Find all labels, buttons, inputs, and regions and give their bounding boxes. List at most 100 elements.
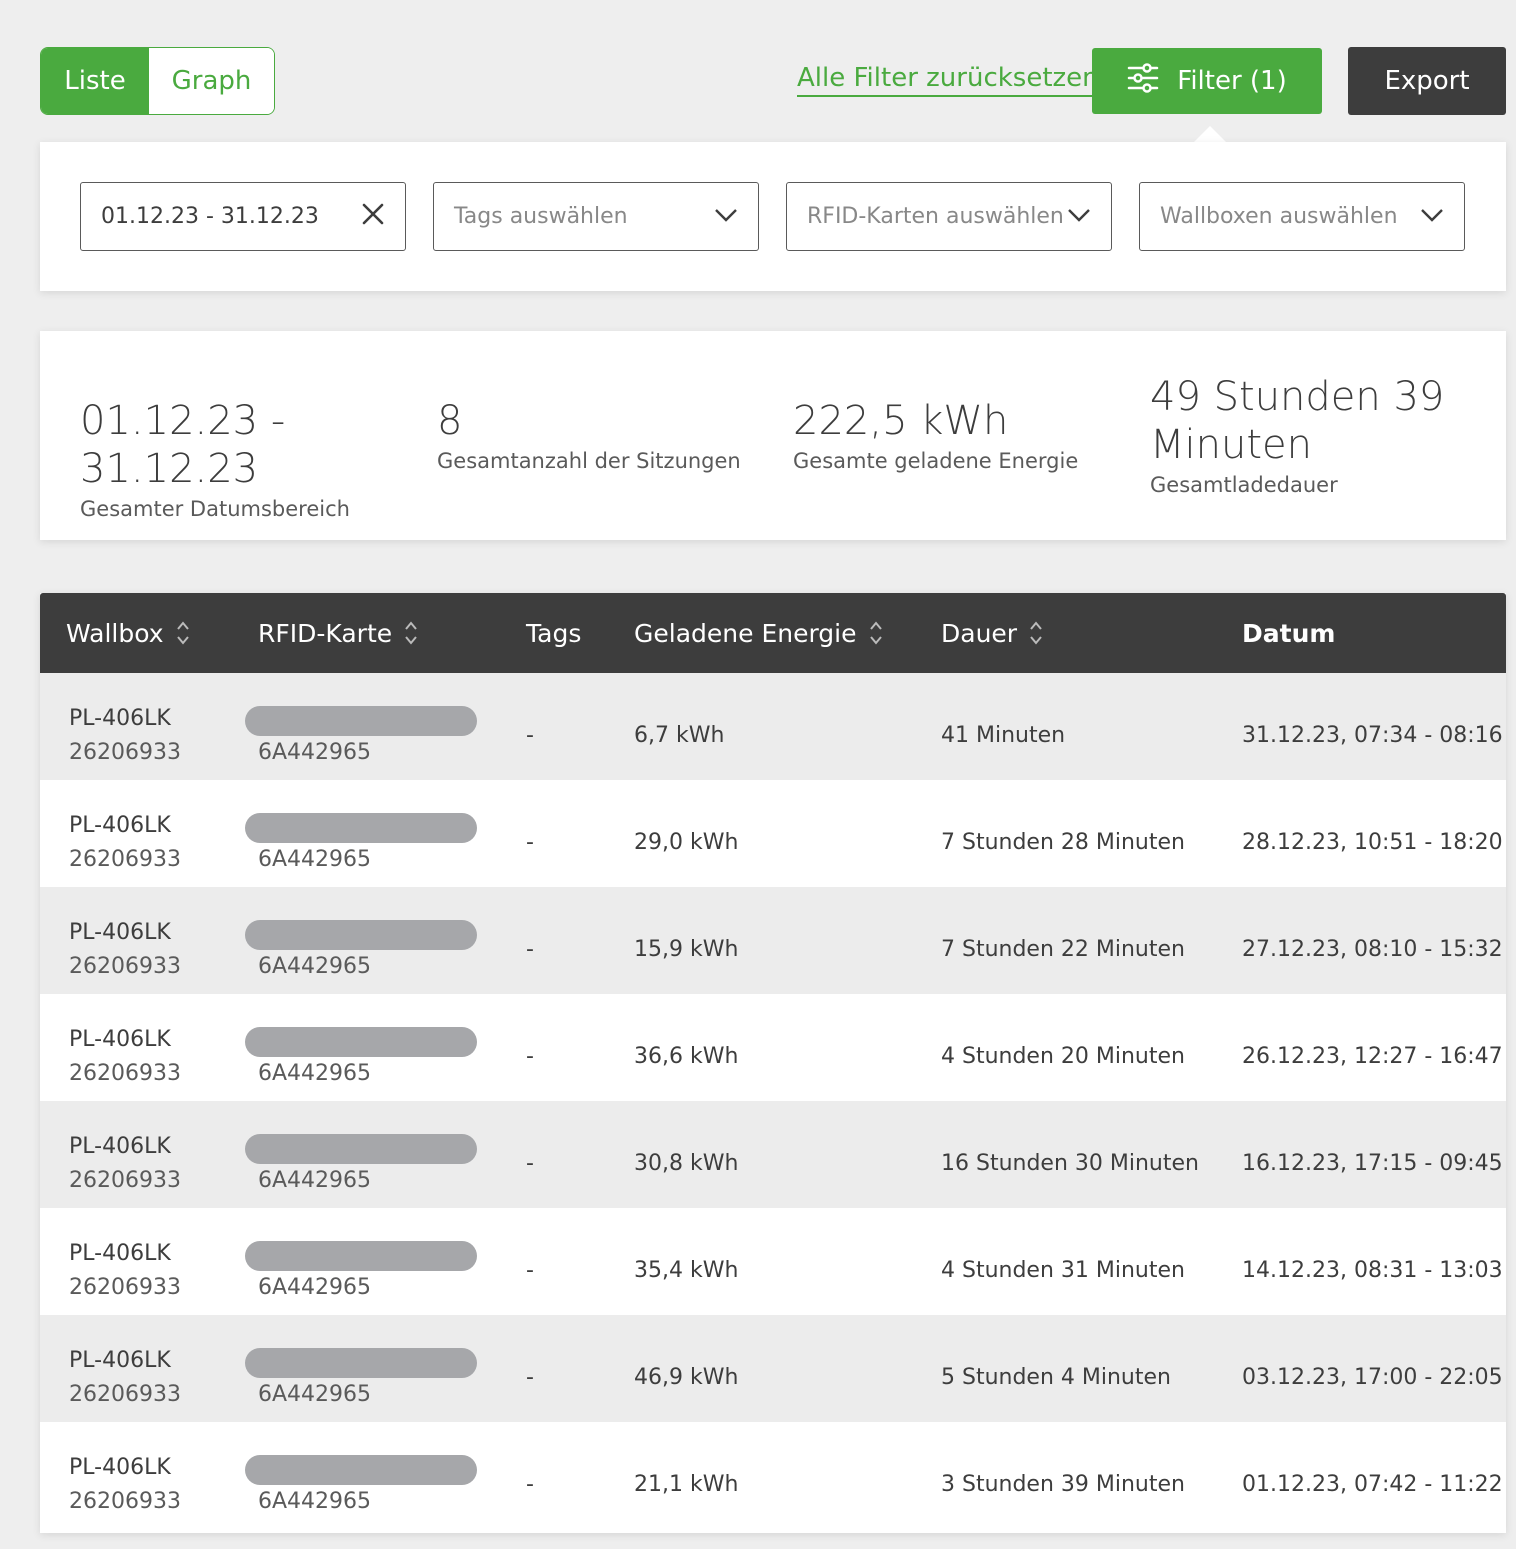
wallbox-serial: 26206933 [69, 847, 181, 872]
wallbox-select[interactable]: Wallboxen auswählen [1139, 182, 1465, 251]
view-toggle: Liste Graph [40, 47, 275, 115]
energy-cell: 46,9 kWh [634, 1365, 739, 1390]
sessions-table: Wallbox RFID-Karte Tags Geladene Energie… [40, 593, 1506, 1533]
tags-cell: - [526, 1365, 534, 1390]
redacted-rfid-name [245, 1455, 477, 1485]
energy-cell: 6,7 kWh [634, 723, 725, 748]
redacted-rfid-name [245, 1134, 477, 1164]
date-cell: 14.12.23, 08:31 - 13:03 [1242, 1258, 1503, 1283]
reset-filters-link[interactable]: Alle Filter zurücksetzen [797, 63, 1099, 97]
stat-sessions: 8 Gesamtanzahl der Sitzungen [437, 397, 757, 477]
stat-energy-value: 222,5 kWh [793, 398, 1009, 444]
tags-cell: - [526, 1258, 534, 1283]
stat-sessions-label: Gesamtanzahl der Sitzungen [437, 449, 741, 473]
rfid-id: 6A442965 [258, 1275, 372, 1300]
tags-cell: - [526, 723, 534, 748]
date-cell: 16.12.23, 17:15 - 09:45 [1242, 1151, 1503, 1176]
table-row[interactable]: PL-406LK 26206933 6A442965 - 35,4 kWh 4 Stund… [40, 1208, 1506, 1315]
wallbox-select-placeholder: Wallboxen auswählen [1160, 204, 1398, 229]
tags-cell: - [526, 1151, 534, 1176]
redacted-rfid-name [245, 1348, 477, 1378]
column-header-duration[interactable]: Dauer [941, 593, 1043, 673]
column-header-date[interactable]: Datum [1242, 593, 1335, 673]
rfid-id: 6A442965 [258, 1061, 372, 1086]
wallbox-serial: 26206933 [69, 954, 181, 979]
wallbox-name: PL-406LK [69, 1027, 171, 1052]
table-row[interactable]: PL-406LK 26206933 6A442965 - 30,8 kWh 16 Stun… [40, 1101, 1506, 1208]
column-energy-label: Geladene Energie [634, 618, 857, 648]
wallbox-serial: 26206933 [69, 1382, 181, 1407]
wallbox-serial: 26206933 [69, 1489, 181, 1514]
duration-cell: 7 Stunden 22 Minuten [941, 937, 1185, 962]
rfid-select[interactable]: RFID-Karten auswählen [786, 182, 1112, 251]
column-header-rfid[interactable]: RFID-Karte [258, 593, 418, 673]
stat-duration: 49 Stunden 39 Minuten Gesamtladedauer [1150, 373, 1450, 501]
clear-icon[interactable] [361, 202, 385, 232]
filter-panel: 01.12.23 - 31.12.23 Tags auswählen RFID-… [40, 142, 1506, 291]
table-row[interactable]: PL-406LK 26206933 6A442965 - 29,0 kWh 7 Stund… [40, 780, 1506, 887]
energy-cell: 36,6 kWh [634, 1044, 739, 1069]
sort-icon [1030, 621, 1042, 645]
duration-cell: 5 Stunden 4 Minuten [941, 1365, 1171, 1390]
tags-select-placeholder: Tags auswählen [454, 204, 628, 229]
tags-cell: - [526, 937, 534, 962]
duration-cell: 3 Stunden 39 Minuten [941, 1472, 1185, 1497]
table-header: Wallbox RFID-Karte Tags Geladene Energie… [40, 593, 1506, 673]
wallbox-name: PL-406LK [69, 1134, 171, 1159]
redacted-rfid-name [245, 1241, 477, 1271]
date-cell: 31.12.23, 07:34 - 08:16 [1242, 723, 1503, 748]
date-range-value: 01.12.23 - 31.12.23 [101, 204, 319, 229]
date-cell: 26.12.23, 12:27 - 16:47 [1242, 1044, 1503, 1069]
wallbox-name: PL-406LK [69, 706, 171, 731]
view-list-button[interactable]: Liste [41, 48, 149, 114]
rfid-id: 6A442965 [258, 1382, 372, 1407]
column-header-energy[interactable]: Geladene Energie [634, 593, 883, 673]
filter-button[interactable]: Filter (1) [1092, 48, 1322, 114]
wallbox-name: PL-406LK [69, 1348, 171, 1373]
column-tags-label: Tags [526, 618, 582, 648]
rfid-select-placeholder: RFID-Karten auswählen [807, 204, 1064, 229]
stat-energy: 222,5 kWh Gesamte geladene Energie [793, 397, 1113, 477]
duration-cell: 4 Stunden 20 Minuten [941, 1044, 1185, 1069]
redacted-rfid-name [245, 920, 477, 950]
sort-icon [869, 621, 882, 645]
summary-panel: 01.12.23 - 31.12.23 Gesamter Datumsberei… [40, 331, 1506, 540]
table-body: PL-406LK 26206933 6A442965 - 6,7 kWh 41 Minut… [40, 673, 1506, 1529]
sort-icon [176, 621, 189, 645]
energy-cell: 21,1 kWh [634, 1472, 739, 1497]
redacted-rfid-name [245, 1027, 477, 1057]
wallbox-serial: 26206933 [69, 1275, 181, 1300]
date-range-filter[interactable]: 01.12.23 - 31.12.23 [80, 182, 406, 251]
column-duration-label: Dauer [941, 618, 1018, 648]
filter-button-label: Filter (1) [1177, 66, 1287, 96]
rfid-id: 6A442965 [258, 740, 372, 765]
energy-cell: 35,4 kWh [634, 1258, 739, 1283]
column-header-wallbox[interactable]: Wallbox [66, 593, 190, 673]
filter-panel-caret [1194, 126, 1226, 142]
date-cell: 27.12.23, 08:10 - 15:32 [1242, 937, 1503, 962]
wallbox-name: PL-406LK [69, 813, 171, 838]
table-row[interactable]: PL-406LK 26206933 6A442965 - 21,1 kWh 3 Stund… [40, 1422, 1506, 1529]
tags-cell: - [526, 1044, 534, 1069]
wallbox-name: PL-406LK [69, 1241, 171, 1266]
duration-cell: 16 Stunden 30 Minuten [941, 1151, 1199, 1176]
stat-energy-label: Gesamte geladene Energie [793, 449, 1079, 473]
table-row[interactable]: PL-406LK 26206933 6A442965 - 15,9 kWh 7 Stund… [40, 887, 1506, 994]
energy-cell: 15,9 kWh [634, 937, 739, 962]
stat-date-range-label: Gesamter Datumsbereich [80, 497, 350, 521]
wallbox-serial: 26206933 [69, 1168, 181, 1193]
stat-date-range: 01.12.23 - 31.12.23 Gesamter Datumsberei… [80, 397, 400, 525]
tags-select[interactable]: Tags auswählen [433, 182, 759, 251]
duration-cell: 41 Minuten [941, 723, 1066, 748]
table-row[interactable]: PL-406LK 26206933 6A442965 - 46,9 kWh 5 Stund… [40, 1315, 1506, 1422]
table-row[interactable]: PL-406LK 26206933 6A442965 - 6,7 kWh 41 Minut… [40, 673, 1506, 780]
energy-cell: 29,0 kWh [634, 830, 739, 855]
table-row[interactable]: PL-406LK 26206933 6A442965 - 36,6 kWh 4 Stund… [40, 994, 1506, 1101]
chevron-down-icon [1420, 204, 1444, 229]
export-button[interactable]: Export [1348, 47, 1506, 115]
view-graph-button[interactable]: Graph [149, 48, 274, 114]
tags-cell: - [526, 830, 534, 855]
duration-cell: 7 Stunden 28 Minuten [941, 830, 1185, 855]
rfid-id: 6A442965 [258, 1489, 372, 1514]
chevron-down-icon [1067, 204, 1091, 229]
